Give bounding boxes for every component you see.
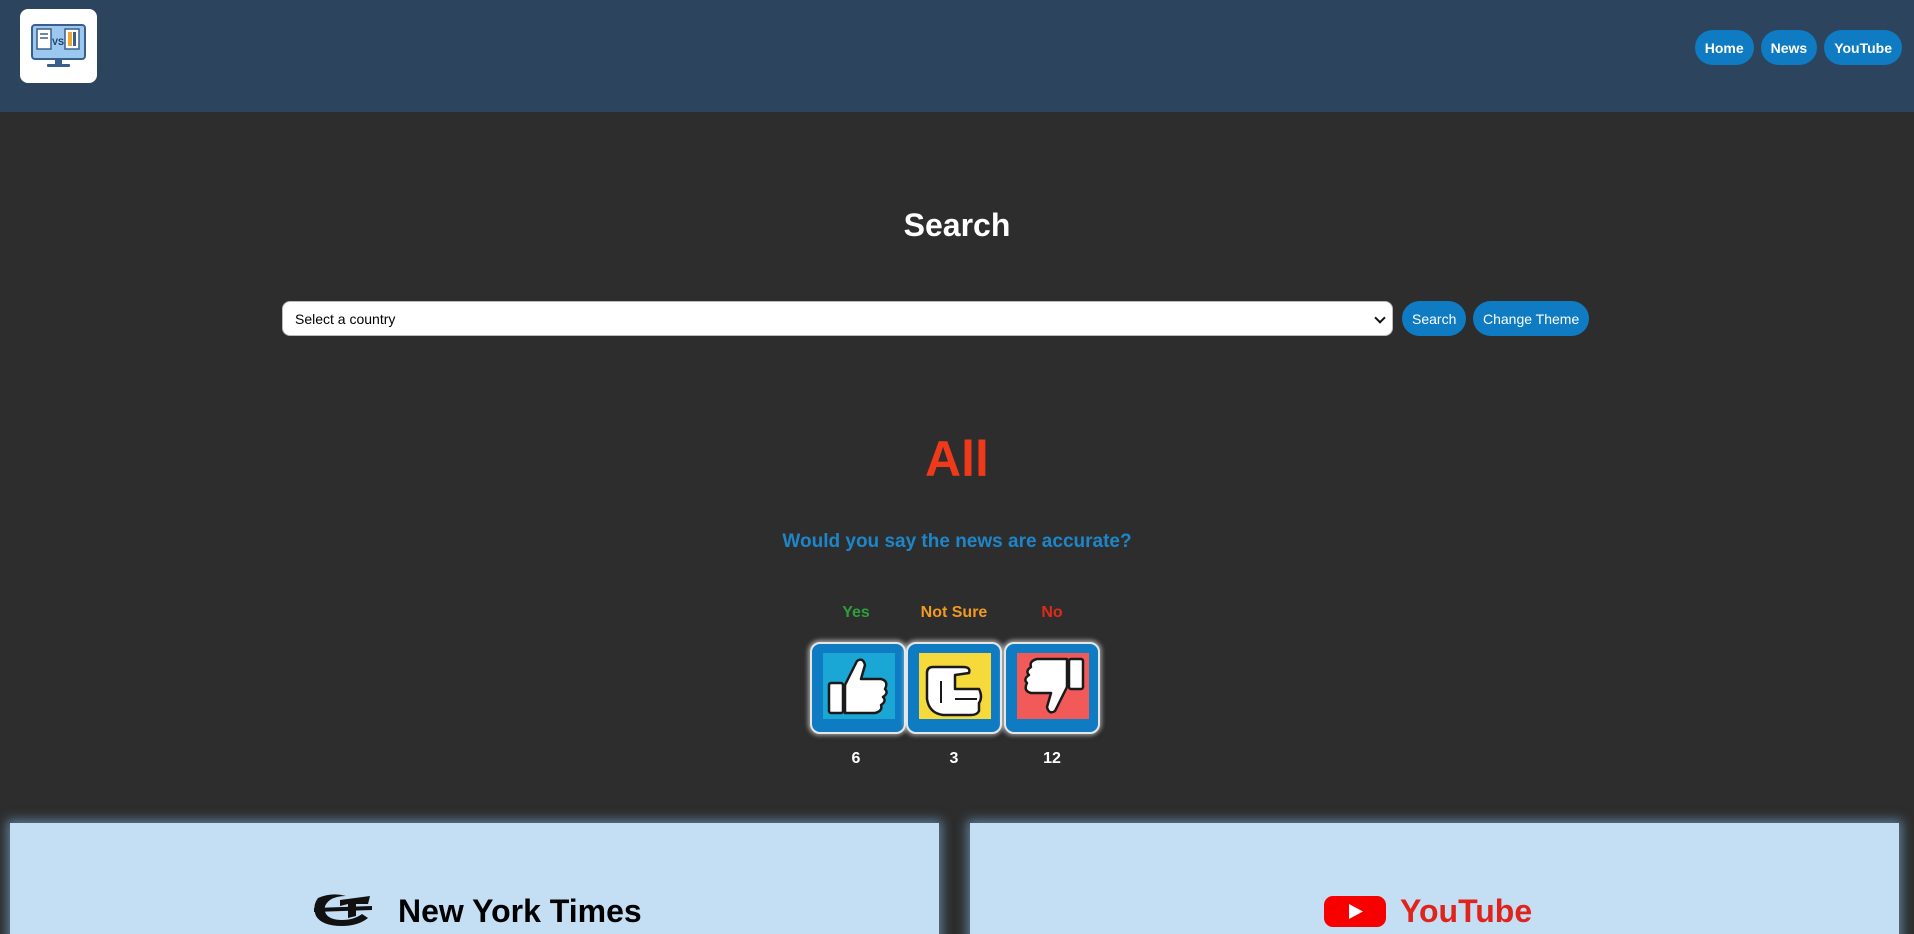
nyt-card-title: New York Times bbox=[398, 893, 642, 929]
country-select-value: Select a country bbox=[295, 310, 396, 327]
youtube-card-title: YouTube bbox=[1400, 893, 1533, 929]
main-nav: Home News YouTube bbox=[1694, 30, 1902, 65]
vote-count-yes: 6 bbox=[851, 750, 861, 767]
nav-youtube-button[interactable]: YouTube bbox=[1824, 30, 1902, 65]
nav-news-button[interactable]: News bbox=[1760, 30, 1818, 65]
vote-label-no: No bbox=[1041, 604, 1063, 621]
top-header: VS Home News YouTube bbox=[0, 0, 1914, 112]
chevron-down-icon bbox=[1374, 312, 1386, 324]
svg-text:VS: VS bbox=[52, 37, 64, 47]
thumbs-sideways-icon bbox=[919, 653, 991, 719]
vote-yes-button[interactable] bbox=[810, 642, 906, 734]
vote-not-sure-button[interactable] bbox=[906, 642, 1002, 734]
category-heading: All bbox=[925, 431, 989, 487]
search-title: Search bbox=[903, 207, 1011, 243]
youtube-logo-icon bbox=[1324, 896, 1386, 927]
vote-label-yes: Yes bbox=[842, 604, 870, 621]
thumbs-up-icon bbox=[823, 653, 895, 719]
nyt-logo-icon bbox=[314, 894, 372, 926]
country-select[interactable]: Select a country bbox=[282, 301, 1393, 336]
poll-question: Would you say the news are accurate? bbox=[782, 531, 1132, 552]
thumbs-down-icon bbox=[1017, 653, 1089, 719]
vote-count-no: 12 bbox=[1043, 750, 1061, 767]
change-theme-button[interactable]: Change Theme bbox=[1473, 301, 1590, 336]
monitor-versus-icon: VS bbox=[31, 24, 86, 67]
youtube-card[interactable]: YouTube bbox=[970, 823, 1899, 934]
vote-label-not-sure: Not Sure bbox=[920, 604, 988, 621]
nav-home-button[interactable]: Home bbox=[1694, 30, 1754, 65]
search-button[interactable]: Search bbox=[1402, 301, 1467, 336]
site-logo[interactable]: VS bbox=[20, 9, 97, 83]
nyt-card[interactable]: New York Times bbox=[10, 823, 939, 934]
vote-no-button[interactable] bbox=[1004, 642, 1100, 734]
vote-count-not-sure: 3 bbox=[949, 750, 959, 767]
